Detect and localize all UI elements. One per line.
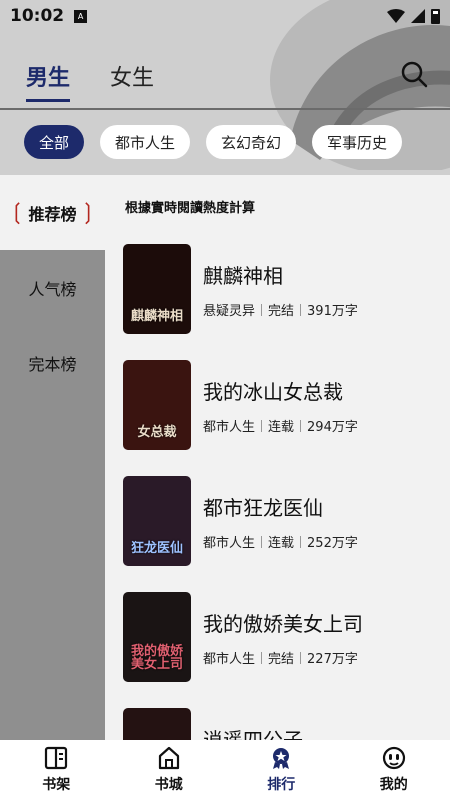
book-status: 完结: [268, 652, 295, 667]
book-title: 我的傲娇美女上司: [203, 612, 363, 636]
book-cover[interactable]: [123, 708, 191, 740]
book-cover[interactable]: 我的傲娇美女上司: [123, 592, 191, 682]
book-item[interactable]: 逍遥四公子: [123, 708, 443, 740]
book-genre: 都市人生: [203, 652, 256, 667]
book-genre: 都市人生: [203, 420, 256, 435]
book-word-count: 227万字: [307, 652, 358, 667]
ranking-sidebar: ❲ 推荐榜 ❳ 人气榜 完本榜: [0, 175, 105, 740]
book-item[interactable]: 狂龙医仙 都市狂龙医仙 都市人生 连载 252万字: [123, 476, 443, 568]
book-cover-text: 麒麟神相: [130, 309, 183, 325]
nav-ranking[interactable]: 排行: [225, 740, 338, 800]
status-a-badge: A: [74, 9, 88, 23]
active-tab-underline: [26, 99, 71, 102]
meta-separator: [300, 651, 302, 664]
meta-separator: [300, 535, 302, 548]
book-cover[interactable]: 女总裁: [123, 360, 191, 450]
book-cover-text: 我的傲娇美女上司: [130, 643, 183, 673]
chip-urban-life[interactable]: 都市人生: [100, 125, 191, 159]
tab-female[interactable]: 女生: [110, 60, 154, 92]
book-item[interactable]: 麒麟神相 麒麟神相 悬疑灵异 完结 391万字: [123, 244, 443, 336]
book-meta: 都市人生 连载 294万字: [203, 416, 358, 435]
status-bar: 10:02 A: [0, 0, 450, 32]
sidebar-item-completed[interactable]: 完本榜: [0, 325, 105, 400]
profile-icon: [382, 746, 405, 770]
battery-icon: [431, 9, 440, 24]
nav-profile[interactable]: 我的: [338, 740, 450, 800]
book-meta: 都市人生 完结 227万字: [203, 648, 358, 667]
header: 10:02 A 男生 女生 全部 都市人生 玄幻奇幻 军事历史: [0, 0, 450, 175]
book-status: 完结: [268, 304, 295, 319]
list-subtitle: 根據實時閱讀熱度計算: [125, 201, 256, 216]
book-title: 麒麟神相: [203, 264, 283, 288]
sidebar-item-label: 推荐榜: [28, 204, 77, 224]
bottom-nav: 书架 书城 排行 我的: [0, 740, 450, 800]
ranking-icon: [273, 748, 290, 769]
tab-male-label: 男生: [26, 66, 71, 91]
nav-bookshelf[interactable]: 书架: [0, 740, 113, 800]
chip-all[interactable]: 全部: [24, 125, 85, 159]
book-title: 逍遥四公子: [203, 728, 303, 740]
meta-separator: [300, 419, 302, 432]
laurel-left-icon: ❲: [8, 200, 27, 225]
nav-label: 我的: [379, 777, 408, 793]
book-status: 连载: [268, 420, 295, 435]
chip-military-history[interactable]: 军事历史: [312, 125, 403, 159]
book-item[interactable]: 我的傲娇美女上司 我的傲娇美女上司 都市人生 完结 227万字: [123, 592, 443, 684]
nav-label: 书城: [154, 777, 183, 793]
status-time: 10:02: [10, 6, 65, 26]
book-word-count: 294万字: [307, 420, 358, 435]
meta-separator: [261, 651, 263, 664]
sidebar-item-popular[interactable]: 人气榜: [0, 250, 105, 325]
sidebar-item-label: 完本榜: [28, 354, 77, 374]
bookshelf-icon: [45, 746, 68, 770]
book-meta: 都市人生 连载 252万字: [203, 532, 358, 551]
nav-bookstore[interactable]: 书城: [113, 740, 226, 800]
wifi-icon: [387, 9, 405, 23]
tab-male[interactable]: 男生: [26, 60, 71, 102]
chip-fantasy[interactable]: 玄幻奇幻: [206, 125, 297, 159]
laurel-right-icon: ❳: [78, 200, 97, 225]
book-cover[interactable]: 麒麟神相: [123, 244, 191, 334]
meta-separator: [261, 535, 263, 548]
meta-separator: [261, 303, 263, 316]
nav-label: 排行: [267, 777, 296, 793]
meta-separator: [300, 303, 302, 316]
category-chips: 全部 都市人生 玄幻奇幻 军事历史: [24, 125, 403, 159]
book-ranking-list: 根據實時閱讀熱度計算 麒麟神相 麒麟神相 悬疑灵异 完结 391万字 女总裁 我…: [105, 175, 450, 740]
meta-separator: [261, 419, 263, 432]
search-icon[interactable]: [400, 60, 428, 88]
nav-label: 书架: [42, 777, 71, 793]
book-title: 都市狂龙医仙: [203, 496, 323, 520]
gender-tabs: 男生 女生: [0, 50, 450, 106]
book-status: 连载: [268, 536, 295, 551]
book-cover-text: 女总裁: [137, 425, 177, 441]
book-item[interactable]: 女总裁 我的冰山女总裁 都市人生 连载 294万字: [123, 360, 443, 452]
header-divider: [0, 108, 450, 110]
book-title: 我的冰山女总裁: [203, 380, 343, 404]
signal-icon: [411, 9, 425, 23]
book-cover[interactable]: 狂龙医仙: [123, 476, 191, 566]
book-word-count: 391万字: [307, 304, 358, 319]
tab-female-label: 女生: [110, 66, 155, 91]
book-cover-text: 狂龙医仙: [130, 541, 183, 557]
book-word-count: 252万字: [307, 536, 358, 551]
sidebar-item-label: 人气榜: [28, 279, 77, 299]
book-genre: 悬疑灵异: [203, 304, 256, 319]
book-genre: 都市人生: [203, 536, 256, 551]
bookstore-icon: [158, 746, 179, 770]
sidebar-item-recommended[interactable]: ❲ 推荐榜 ❳: [0, 175, 105, 250]
book-meta: 悬疑灵异 完结 391万字: [203, 300, 358, 319]
